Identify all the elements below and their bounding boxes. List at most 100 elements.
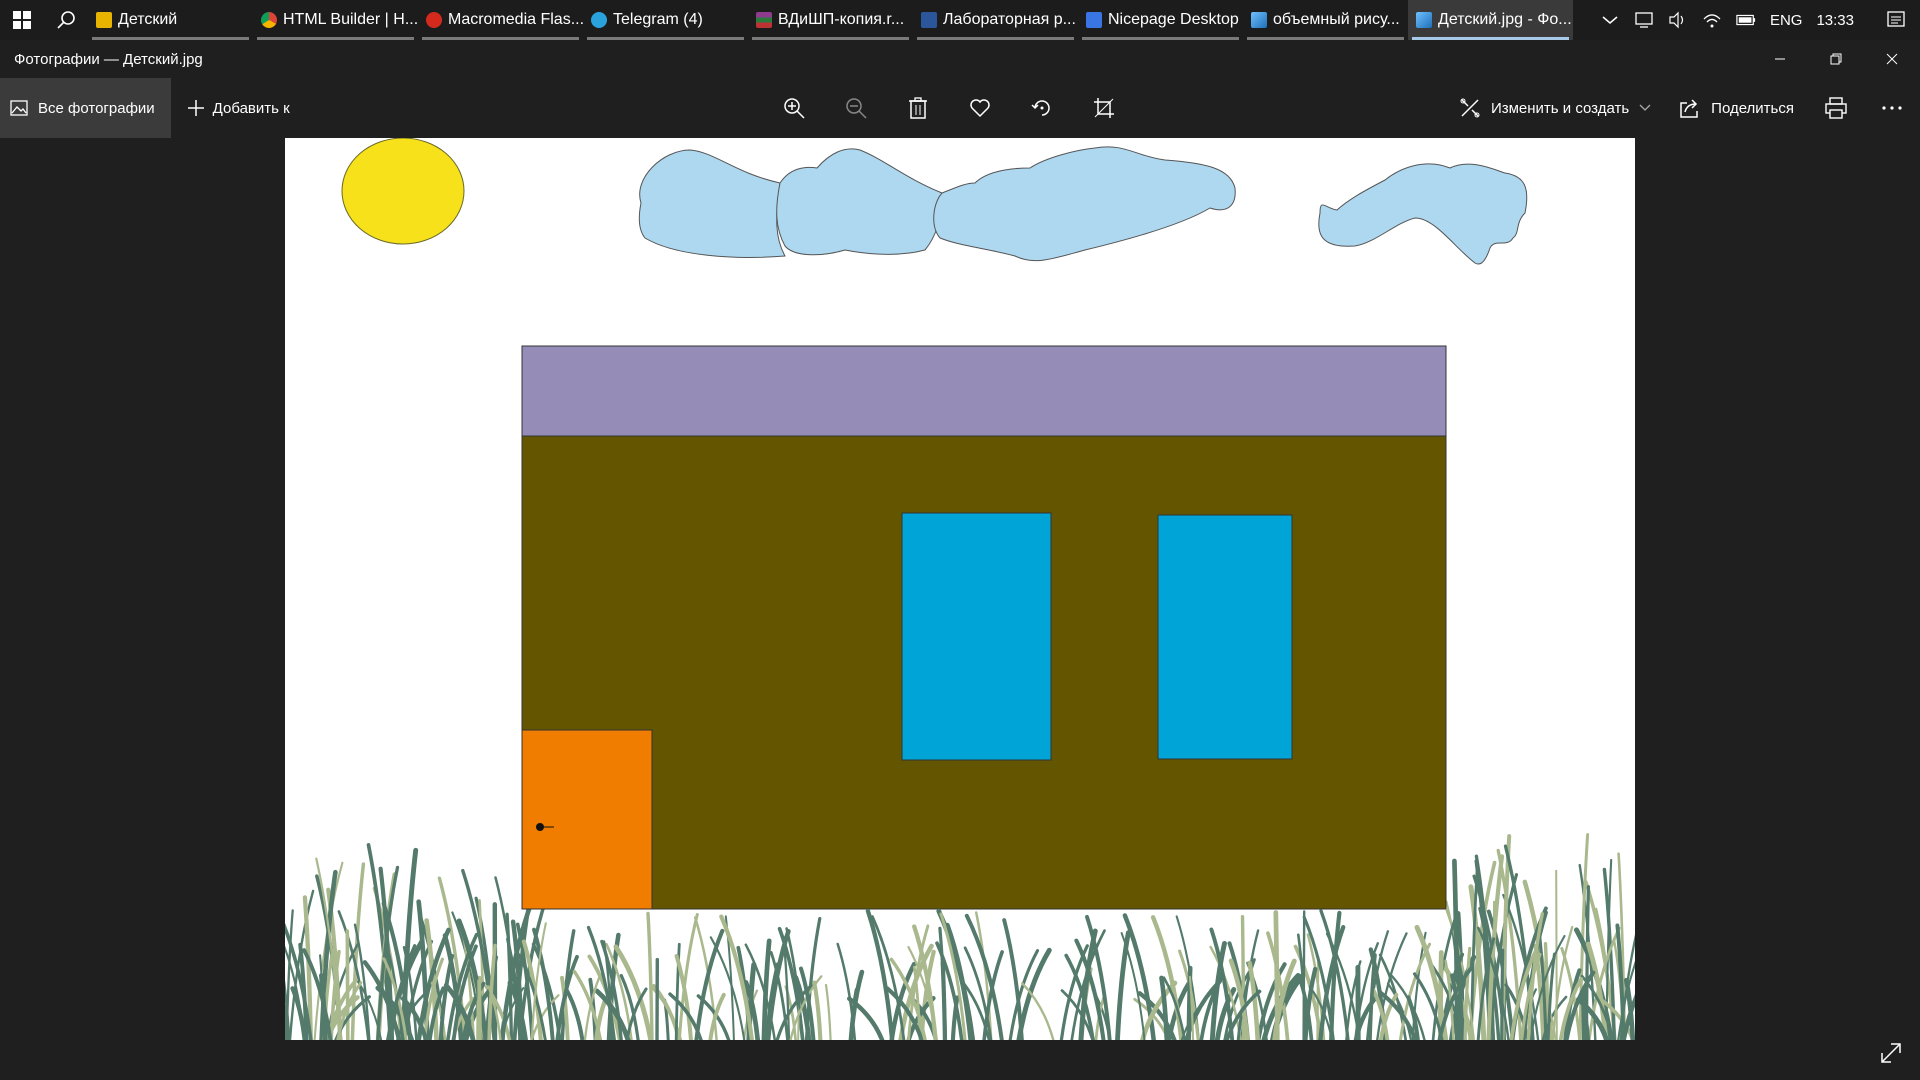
plus-icon (187, 100, 204, 116)
minimize-icon (1775, 58, 1785, 60)
clock[interactable]: 13:33 (1816, 12, 1854, 29)
close-icon (1886, 53, 1898, 65)
cloud (1318, 163, 1528, 265)
fullscreen-button[interactable] (1876, 1038, 1906, 1068)
minimize-button[interactable] (1752, 40, 1808, 78)
add-to-button[interactable]: Добавить к (171, 78, 306, 138)
photo-icon (10, 100, 28, 116)
zoom-out-icon (846, 98, 867, 119)
restore-icon (1830, 53, 1842, 65)
cloud (638, 149, 786, 258)
volume-icon[interactable] (1668, 10, 1688, 30)
wifi-icon[interactable] (1702, 10, 1722, 30)
crop-icon (1094, 98, 1114, 118)
taskbar-item-photos-2[interactable]: Детский.jpg - Фо... (1408, 0, 1573, 40)
print-button[interactable] (1808, 78, 1864, 138)
notifications-icon[interactable] (1886, 10, 1906, 30)
add-to-label: Добавить к (212, 99, 290, 117)
heart-icon (970, 99, 990, 118)
more-options-button[interactable] (1864, 78, 1920, 138)
cloud (776, 148, 943, 256)
language-indicator[interactable]: ENG (1770, 12, 1803, 29)
taskbar-item-label: Детский (118, 11, 178, 28)
taskbar-item-label: HTML Builder | H... (283, 11, 418, 28)
grass-blade (345, 929, 350, 1040)
displayed-photo (285, 138, 1635, 1040)
window-right (1157, 514, 1293, 760)
taskbar-item-folder[interactable]: Детский (88, 0, 253, 40)
share-button[interactable]: Поделиться (1665, 78, 1808, 138)
taskbar-item-nicepage[interactable]: Nicepage Desktop (1078, 0, 1243, 40)
taskbar-item-word[interactable]: Лабораторная р... (913, 0, 1078, 40)
taskbar-apps: Детский HTML Builder | H... Macromedia F… (88, 0, 1573, 40)
taskbar-item-label: ВДиШП-копия.r... (778, 11, 905, 28)
flash-icon (426, 12, 442, 28)
grass-blade (1580, 988, 1587, 1040)
taskbar-item-label: Детский.jpg - Фо... (1438, 11, 1572, 28)
grass-blade (477, 979, 482, 1040)
nicepage-icon (1086, 12, 1102, 28)
delete-button[interactable] (900, 90, 936, 126)
rotate-icon (1031, 100, 1050, 116)
grass-blade (1115, 930, 1131, 1040)
photos-icon (1416, 12, 1432, 28)
sun (341, 138, 465, 245)
chrome-icon (261, 12, 277, 28)
network-monitor-icon[interactable] (1634, 10, 1654, 30)
chevron-down-icon (1639, 104, 1651, 111)
grass-blade (812, 980, 823, 1040)
taskbar-item-photos-1[interactable]: объемный рису... (1243, 0, 1408, 40)
photos-toolbar: Все фотографии Добавить к Изменить и соз… (0, 78, 1920, 138)
taskbar-item-label: Лабораторная р... (943, 11, 1076, 28)
crop-button[interactable] (1086, 90, 1122, 126)
taskbar: Детский HTML Builder | H... Macromedia F… (0, 0, 1920, 40)
taskbar-item-label: Macromedia Flas... (448, 11, 583, 28)
folder-icon (96, 12, 112, 28)
window-title: Фотографии — Детский.jpg (14, 50, 203, 68)
chevron-up-icon[interactable] (1600, 10, 1620, 30)
battery-icon[interactable] (1736, 10, 1756, 30)
share-label: Поделиться (1711, 99, 1794, 117)
search-icon (57, 11, 75, 29)
taskbar-search-button[interactable] (44, 0, 88, 40)
telegram-icon (591, 12, 607, 28)
grass-blade (1159, 975, 1170, 1040)
edit-create-icon (1460, 98, 1480, 118)
zoom-in-icon (784, 98, 805, 119)
printer-icon (1825, 97, 1847, 119)
rotate-button[interactable] (1024, 90, 1060, 126)
image-actions (776, 78, 1122, 138)
window-controls (1752, 40, 1920, 78)
cloud (933, 146, 1236, 262)
roof (521, 345, 1447, 437)
expand-icon (1881, 1043, 1901, 1063)
windows-logo-icon (13, 11, 31, 29)
taskbar-item-label: Nicepage Desktop (1108, 11, 1239, 28)
trash-icon (909, 97, 927, 119)
start-button[interactable] (0, 0, 44, 40)
close-button[interactable] (1864, 40, 1920, 78)
share-icon (1680, 99, 1698, 118)
all-photos-button[interactable]: Все фотографии (0, 78, 171, 138)
zoom-in-button[interactable] (776, 90, 812, 126)
image-viewer[interactable] (0, 138, 1920, 1080)
favorite-button[interactable] (962, 90, 998, 126)
more-icon (1882, 106, 1902, 110)
grass-blade (1016, 947, 1052, 1040)
taskbar-item-chrome[interactable]: HTML Builder | H... (253, 0, 418, 40)
edit-create-label: Изменить и создать (1490, 99, 1630, 117)
taskbar-item-label: Telegram (4) (613, 11, 703, 28)
edit-create-button[interactable]: Изменить и создать (1445, 78, 1665, 138)
taskbar-item-winrar[interactable]: ВДиШП-копия.r... (748, 0, 913, 40)
taskbar-item-flash[interactable]: Macromedia Flas... (418, 0, 583, 40)
zoom-out-button[interactable] (838, 90, 874, 126)
word-icon (921, 12, 937, 28)
taskbar-item-telegram[interactable]: Telegram (4) (583, 0, 748, 40)
window-titlebar: Фотографии — Детский.jpg (0, 40, 1920, 78)
winrar-icon (756, 12, 772, 28)
restore-button[interactable] (1808, 40, 1864, 78)
house-drawing (285, 138, 1635, 1040)
grass-blade (824, 983, 832, 1040)
system-tray: ENG 13:33 (1600, 0, 1920, 40)
door (521, 729, 653, 910)
